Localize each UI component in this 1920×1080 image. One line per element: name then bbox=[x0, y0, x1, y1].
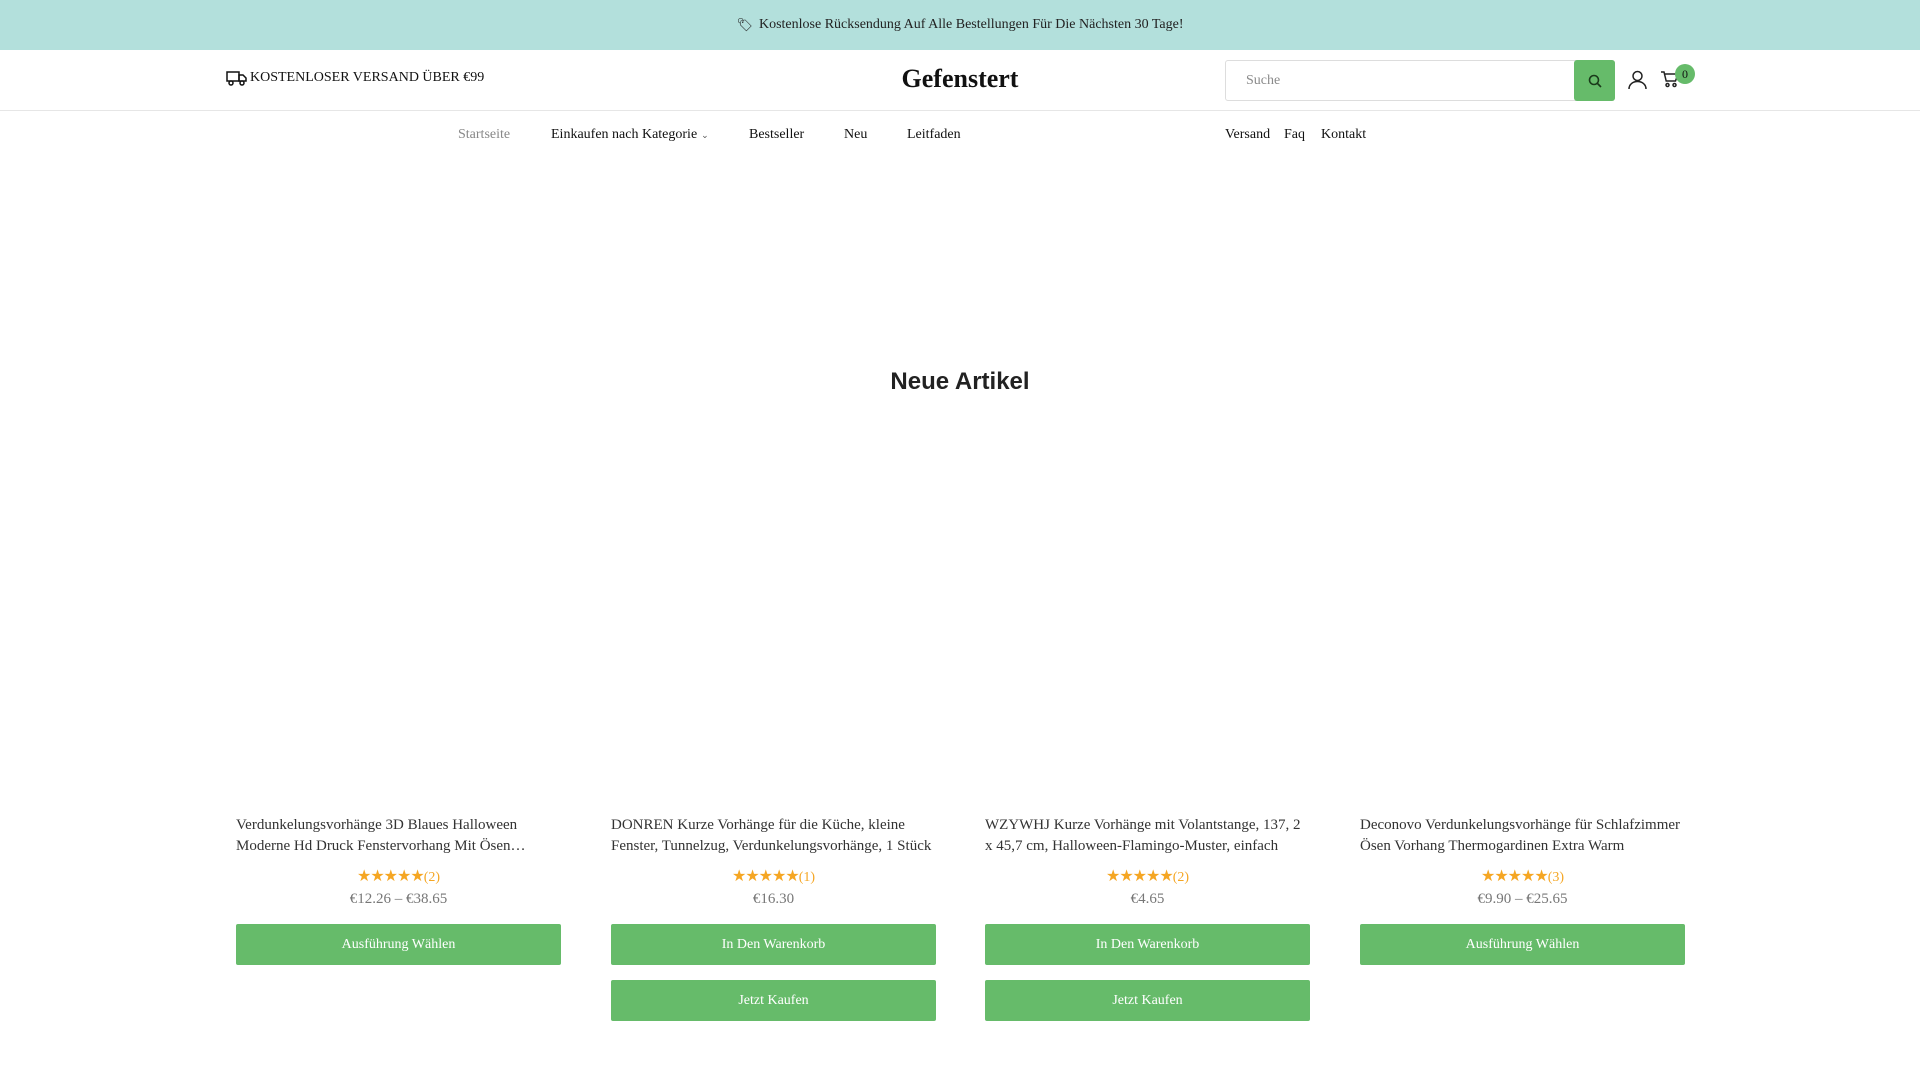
nav-item-neu[interactable]: Neu bbox=[844, 127, 867, 143]
cart-count-badge: 0 bbox=[1675, 64, 1695, 84]
nav-item-bestseller[interactable]: Bestseller bbox=[749, 127, 804, 143]
star-rating-icon: ★★★★★ bbox=[356, 868, 425, 885]
product-price: €12.26 – €38.65 bbox=[349, 891, 448, 907]
product-price: €16.30 bbox=[752, 891, 795, 907]
nav-item-einkaufen-nach-kategorie[interactable]: Einkaufen nach Kategorie ⌄ bbox=[551, 127, 709, 143]
announcement-text: Kostenlose Rücksendung Auf Alle Bestellu… bbox=[758, 17, 1184, 32]
announcement-bar: 🏷 Kostenlose Rücksendung Auf Alle Bestel… bbox=[0, 0, 1920, 50]
product-price: €9.90 – €25.65 bbox=[1477, 891, 1568, 907]
product-card: Verdunkelungsvorhänge 3D Blaues Hallowee… bbox=[236, 815, 561, 965]
tag-icon: 🏷 bbox=[736, 17, 753, 32]
select-options-button[interactable]: Ausführung Wählen bbox=[236, 924, 561, 965]
star-rating-icon: ★★★★★ bbox=[1480, 868, 1549, 885]
product-card: WZYWHJ Kurze Vorhänge mit Volantstange, … bbox=[985, 815, 1310, 1021]
add-to-cart-button[interactable]: In Den Warenkorb bbox=[611, 924, 936, 965]
product-card: Deconovo Verdunkelungsvorhänge für Schla… bbox=[1360, 815, 1685, 965]
product-title[interactable]: WZYWHJ Kurze Vorhänge mit Volantstange, … bbox=[985, 815, 1310, 857]
search-input[interactable] bbox=[1226, 61, 1574, 100]
product-card: DONREN Kurze Vorhänge für die Küche, kle… bbox=[611, 815, 936, 1021]
truck-icon bbox=[226, 71, 247, 86]
nav-item-versand[interactable]: Versand bbox=[1225, 127, 1270, 143]
section-title: Neue Artikel bbox=[890, 368, 1030, 395]
review-count[interactable]: (2) bbox=[424, 870, 440, 885]
nav-item-faq[interactable]: Faq bbox=[1284, 127, 1305, 143]
nav-item-startseite[interactable]: Startseite bbox=[458, 127, 510, 143]
review-count[interactable]: (2) bbox=[1173, 870, 1189, 885]
buy-now-button[interactable]: Jetzt Kaufen bbox=[985, 980, 1310, 1021]
add-to-cart-button[interactable]: In Den Warenkorb bbox=[985, 924, 1310, 965]
nav-item-label: Einkaufen nach Kategorie bbox=[551, 127, 698, 142]
nav-item-kontakt[interactable]: Kontakt bbox=[1321, 127, 1366, 143]
site-header: KOSTENLOSER VERSAND ÜBER €99 Gefenstert … bbox=[0, 50, 1920, 111]
nav-item-leitfaden[interactable]: Leitfaden bbox=[907, 127, 961, 143]
chevron-down-icon: ⌄ bbox=[701, 130, 709, 140]
user-icon bbox=[1628, 70, 1647, 90]
site-logo[interactable]: Gefenstert bbox=[902, 64, 1019, 93]
select-options-button[interactable]: Ausführung Wählen bbox=[1360, 924, 1685, 965]
product-rating: ★★★★★(3) bbox=[1360, 866, 1685, 885]
product-rating: ★★★★★(2) bbox=[985, 866, 1310, 885]
product-rating: ★★★★★(1) bbox=[611, 866, 936, 885]
shipping-text: KOSTENLOSER VERSAND ÜBER €99 bbox=[250, 70, 485, 85]
product-title[interactable]: Deconovo Verdunkelungsvorhänge für Schla… bbox=[1360, 815, 1685, 857]
product-rating: ★★★★★(2) bbox=[236, 866, 561, 885]
search-form bbox=[1225, 60, 1615, 101]
product-price: €4.65 bbox=[1130, 891, 1165, 907]
search-icon bbox=[1588, 74, 1602, 88]
search-button[interactable] bbox=[1574, 60, 1615, 101]
account-link[interactable] bbox=[1628, 70, 1647, 95]
product-title[interactable]: Verdunkelungsvorhänge 3D Blaues Hallowee… bbox=[236, 815, 561, 857]
buy-now-button[interactable]: Jetzt Kaufen bbox=[611, 980, 936, 1021]
star-rating-icon: ★★★★★ bbox=[731, 868, 800, 885]
star-rating-icon: ★★★★★ bbox=[1105, 868, 1174, 885]
review-count[interactable]: (3) bbox=[1548, 870, 1564, 885]
product-title[interactable]: DONREN Kurze Vorhänge für die Küche, kle… bbox=[611, 815, 936, 857]
free-shipping-notice: KOSTENLOSER VERSAND ÜBER €99 bbox=[226, 70, 484, 86]
review-count[interactable]: (1) bbox=[799, 870, 815, 885]
